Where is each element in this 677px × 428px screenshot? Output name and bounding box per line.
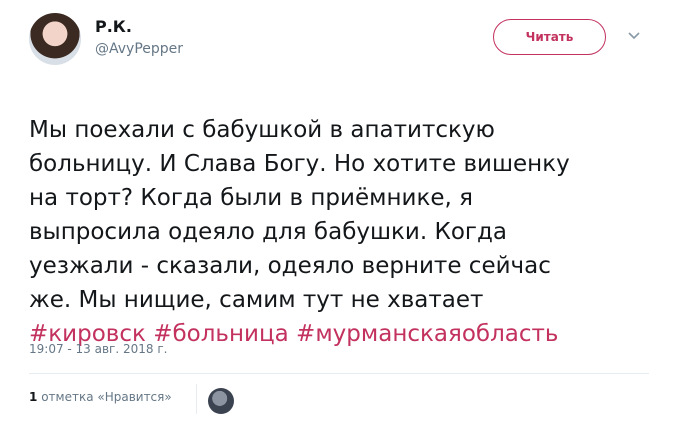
user-display-name[interactable]: Р.К. <box>95 17 132 36</box>
tweet-line: Мы поехали с бабушкой в апатитскую <box>29 117 495 143</box>
chevron-down-icon[interactable] <box>626 28 642 44</box>
stat-separator <box>196 384 197 414</box>
tweet-line: больницу. И Слава Богу. Но хотите вишенк… <box>29 151 570 177</box>
tweet-line: на торт? Когда были в приёмнике, я <box>29 185 473 211</box>
tweet-timestamp[interactable]: 19:07 - 13 авг. 2018 г. <box>29 342 167 356</box>
tweet-line: уезжали - сказали, одеяло верните сейчас <box>29 253 551 279</box>
user-avatar[interactable] <box>29 13 81 65</box>
likes-label: отметка «Нравится» <box>41 390 172 404</box>
hashtag-link[interactable]: #больница <box>153 321 289 347</box>
hashtag-link[interactable]: #мурманскаяобласть <box>296 321 558 347</box>
tweet-line: же. Мы нищие, самим тут не хватает <box>29 287 484 313</box>
user-handle[interactable]: @AvyPepper <box>95 41 183 57</box>
follow-button[interactable]: Читать <box>493 19 606 55</box>
tweet-text: Мы поехали с бабушкой в апатитскую больн… <box>29 79 659 351</box>
tweet-line: выпросила одеяло для бабушки. Когда <box>29 219 507 245</box>
divider <box>29 373 649 374</box>
likes-stat[interactable]: 1 отметка «Нравится» <box>29 390 172 404</box>
liker-avatar[interactable] <box>208 388 234 414</box>
likes-count: 1 <box>29 390 38 404</box>
